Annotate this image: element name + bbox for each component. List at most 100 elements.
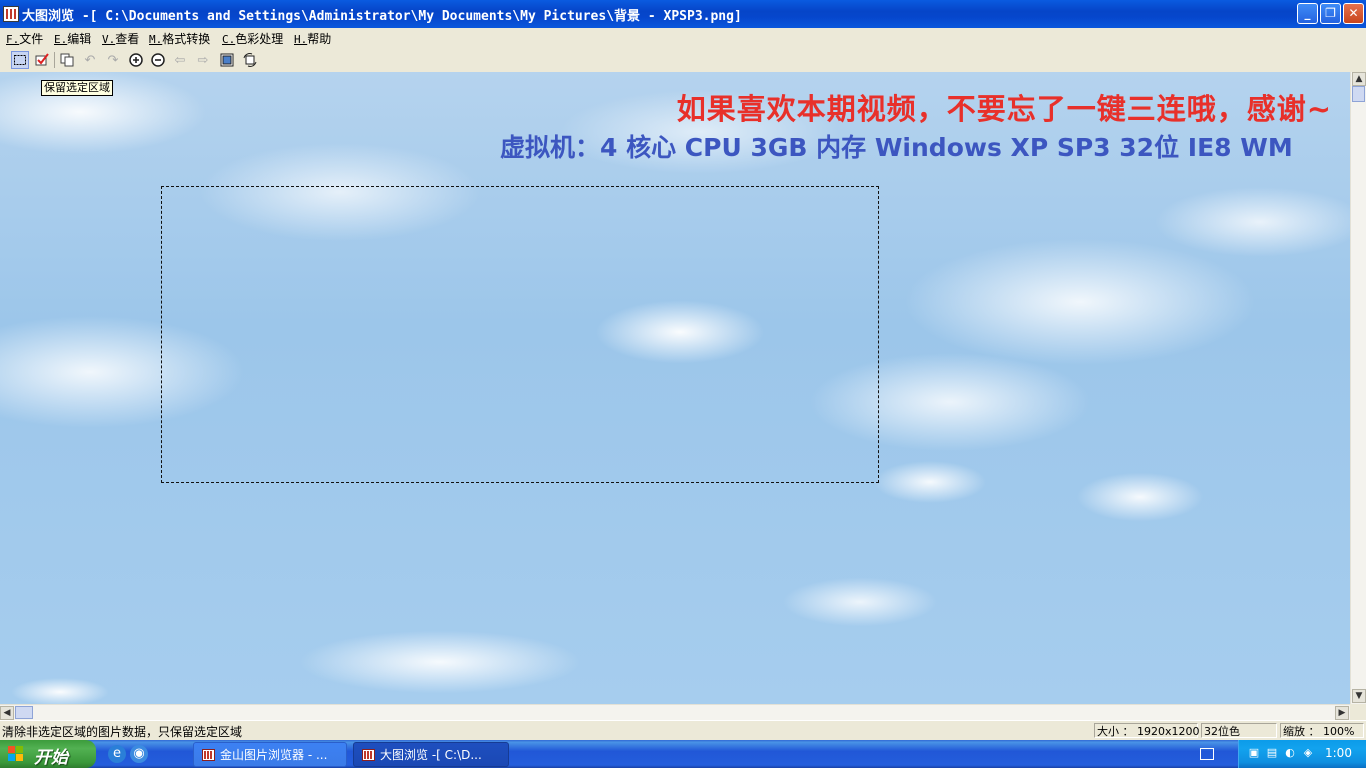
rotate-icon — [243, 53, 257, 67]
menu-label: 帮助 — [307, 32, 332, 46]
keyboard-icon[interactable] — [1200, 748, 1214, 760]
arrow-down-icon: ▼ — [1355, 691, 1363, 701]
security-tray-icon[interactable]: ◈ — [1301, 746, 1315, 760]
menu-key: C. — [222, 33, 236, 46]
redo-button[interactable]: ↷ — [104, 51, 122, 69]
status-message: 清除非选定区域的图片数据，只保留选定区域 — [2, 725, 243, 739]
menu-key: M. — [149, 33, 163, 46]
restore-button[interactable]: ❐ — [1320, 3, 1341, 24]
zoom-value: 100% — [1323, 725, 1355, 738]
fit-window-button[interactable] — [218, 51, 236, 69]
windows-logo-icon — [8, 746, 23, 761]
volume-tray-icon[interactable]: ◐ — [1283, 746, 1297, 760]
image-canvas[interactable]: 如果喜欢本期视频，不要忘了一键三连哦，感谢~ 虚拟机：4 核心 CPU 3GB … — [0, 72, 1350, 704]
close-button[interactable]: ✕ — [1343, 3, 1364, 24]
copy-icon — [60, 53, 74, 67]
title-bar[interactable]: 大图浏览 -[ C:\Documents and Settings\Admini… — [0, 0, 1366, 28]
status-color-depth: 32位色 — [1201, 723, 1277, 738]
scroll-down-button[interactable]: ▼ — [1352, 689, 1366, 703]
app-icon — [202, 749, 215, 761]
previous-button[interactable]: ⇦ — [171, 51, 189, 69]
menu-label: 色彩处理 — [235, 32, 284, 46]
status-bar: 清除非选定区域的图片数据，只保留选定区域 大小 ： 1920x1200 32位色… — [0, 720, 1366, 741]
copy-button[interactable] — [58, 51, 76, 69]
zoom-out-icon — [151, 53, 165, 67]
selection-rectangle[interactable] — [161, 186, 879, 483]
menu-label: 查看 — [115, 32, 140, 46]
menu-key: V. — [102, 33, 116, 46]
status-image-size: 大小 ： 1920x1200 — [1094, 723, 1200, 738]
fit-window-icon — [220, 53, 234, 67]
minimize-icon: _ — [1304, 6, 1311, 20]
menu-key: H. — [294, 33, 308, 46]
rotate-button[interactable] — [241, 51, 259, 69]
back-arrow-icon: ⇦ — [174, 52, 186, 68]
task-kingsoft-viewer[interactable]: 金山图片浏览器 - ... — [193, 742, 347, 767]
zoom-label: 缩放 ： — [1283, 725, 1320, 738]
vertical-scrollbar[interactable]: ▲ ▼ — [1350, 72, 1366, 704]
menu-key: F. — [6, 33, 20, 46]
arrow-left-icon: ◀ — [3, 708, 11, 718]
undo-icon: ↶ — [84, 52, 96, 68]
image-caption-red: 如果喜欢本期视频，不要忘了一键三连哦，感谢~ — [676, 92, 1332, 126]
start-button[interactable]: 开始 — [0, 740, 96, 768]
forward-arrow-icon: ⇨ — [197, 52, 209, 68]
size-value: 1920x1200 — [1137, 725, 1200, 738]
select-rect-button[interactable] — [11, 51, 29, 69]
menu-view[interactable]: V.查看 — [102, 30, 139, 47]
media-quicklaunch-button[interactable]: ◉ — [130, 745, 148, 763]
horizontal-scroll-thumb[interactable] — [15, 706, 33, 719]
menu-key: E. — [54, 33, 68, 46]
select-rect-icon — [14, 55, 26, 65]
menu-bar: F.文件 E.编辑 V.查看 M.格式转换 C.色彩处理 H.帮助 — [0, 28, 1366, 48]
arrow-up-icon: ▲ — [1355, 74, 1363, 84]
scroll-right-button[interactable]: ▶ — [1335, 706, 1349, 720]
image-caption-blue: 虚拟机：4 核心 CPU 3GB 内存 Windows XP SP3 32位 I… — [500, 133, 1293, 162]
network-tray-icon[interactable]: ▣ — [1247, 746, 1261, 760]
system-tray: ▣ ▤ ◐ ◈ 1:00 — [1238, 740, 1366, 768]
task-large-image-view[interactable]: 大图浏览 -[ C:\D... — [353, 742, 509, 767]
ie-quicklaunch-button[interactable]: e — [108, 745, 126, 763]
start-label: 开始 — [34, 748, 68, 768]
scrollbar-corner — [1350, 704, 1366, 720]
app-icon[interactable] — [3, 6, 19, 22]
menu-color-process[interactable]: C.色彩处理 — [222, 30, 283, 47]
redo-icon: ↷ — [107, 52, 119, 68]
keep-selection-button[interactable] — [33, 51, 51, 69]
taskbar: 开始 e ◉ 金山图片浏览器 - ... 大图浏览 -[ C:\D... ▣ ▤… — [0, 740, 1366, 768]
menu-edit[interactable]: E.编辑 — [54, 30, 91, 47]
menu-format-convert[interactable]: M.格式转换 — [149, 30, 210, 47]
task-label: 金山图片浏览器 - ... — [220, 748, 328, 762]
vertical-scroll-thumb[interactable] — [1352, 86, 1365, 102]
undo-button[interactable]: ↶ — [81, 51, 99, 69]
minimize-button[interactable]: _ — [1297, 3, 1318, 24]
menu-label: 格式转换 — [162, 32, 211, 46]
toolbar-separator — [54, 52, 55, 68]
internet-explorer-icon: e — [113, 746, 121, 761]
app-icon — [362, 749, 375, 761]
vmware-tray-icon[interactable]: ▤ — [1265, 746, 1279, 760]
zoom-in-icon — [129, 53, 143, 67]
zoom-in-button[interactable] — [127, 51, 145, 69]
menu-label: 编辑 — [67, 32, 92, 46]
arrow-right-icon: ▶ — [1338, 708, 1346, 718]
size-label: 大小 ： — [1097, 725, 1134, 738]
menu-help[interactable]: H.帮助 — [294, 30, 331, 47]
tooltip: 保留选定区域 — [41, 80, 113, 96]
media-player-icon: ◉ — [133, 746, 145, 761]
scroll-left-button[interactable]: ◀ — [0, 706, 14, 720]
horizontal-scrollbar[interactable]: ◀ ▶ — [0, 704, 1350, 720]
clock[interactable]: 1:00 — [1325, 746, 1352, 760]
scroll-up-button[interactable]: ▲ — [1352, 72, 1366, 86]
close-icon: ✕ — [1348, 6, 1359, 20]
next-button[interactable]: ⇨ — [194, 51, 212, 69]
task-label: 大图浏览 -[ C:\D... — [380, 748, 482, 762]
toolbar: ↶ ↷ ⇦ ⇨ — [0, 48, 1366, 73]
status-zoom: 缩放 ： 100% — [1280, 723, 1364, 738]
menu-file[interactable]: F.文件 — [6, 30, 43, 47]
window-title: 大图浏览 -[ C:\Documents and Settings\Admini… — [22, 9, 742, 24]
restore-icon: ❐ — [1325, 6, 1336, 20]
zoom-out-button[interactable] — [149, 51, 167, 69]
menu-label: 文件 — [19, 32, 44, 46]
keep-selection-icon — [35, 53, 49, 66]
